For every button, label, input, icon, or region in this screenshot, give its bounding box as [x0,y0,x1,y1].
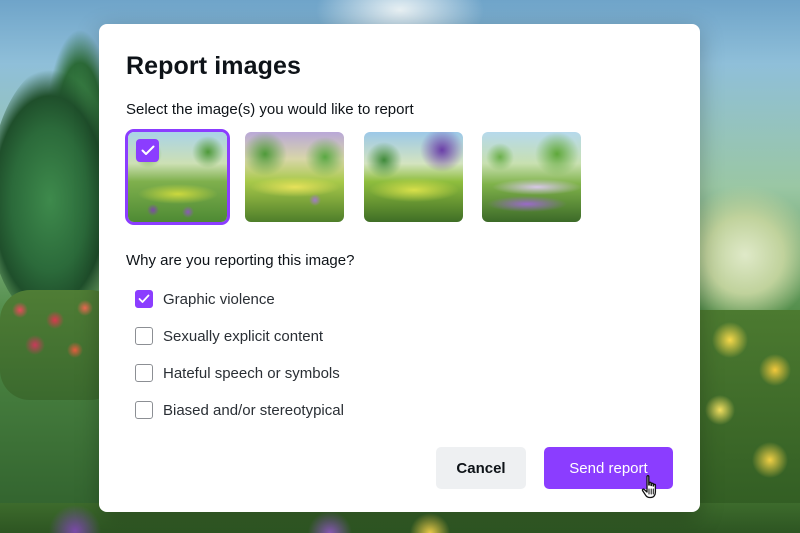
cancel-button[interactable]: Cancel [436,447,526,489]
generated-image [364,132,463,222]
image-thumbnail-3[interactable] [364,132,463,222]
image-thumbnail-1[interactable] [125,129,230,225]
reason-option-graphic-violence[interactable]: Graphic violence [135,288,435,310]
reason-checkbox[interactable] [135,401,153,419]
dialog-title: Report images [126,52,301,80]
check-icon [141,145,154,155]
images-prompt: Select the image(s) you would like to re… [126,101,414,118]
reason-option-biased-stereotypical[interactable]: Biased and/or stereotypical [135,399,435,421]
reason-checkbox[interactable] [135,290,153,308]
check-icon [138,294,150,303]
selected-check-badge [136,139,159,162]
reason-option-sexually-explicit[interactable]: Sexually explicit content [135,325,435,347]
reasons-prompt: Why are you reporting this image? [126,252,355,269]
reason-label: Biased and/or stereotypical [163,401,344,419]
report-images-dialog: Report images Select the image(s) you wo… [99,24,700,512]
image-thumbnail-2[interactable] [245,132,344,222]
reason-label: Sexually explicit content [163,327,324,345]
background-flowers [690,310,800,533]
reason-checkbox[interactable] [135,327,153,345]
generated-image [482,132,581,222]
image-thumbnail-4[interactable] [482,132,581,222]
hand-pointer-icon [641,475,657,499]
reason-checkbox[interactable] [135,364,153,382]
reason-option-hateful-speech[interactable]: Hateful speech or symbols [135,362,435,384]
generated-image [245,132,344,222]
reason-label: Graphic violence [163,290,275,308]
reason-label: Hateful speech or symbols [163,364,340,382]
